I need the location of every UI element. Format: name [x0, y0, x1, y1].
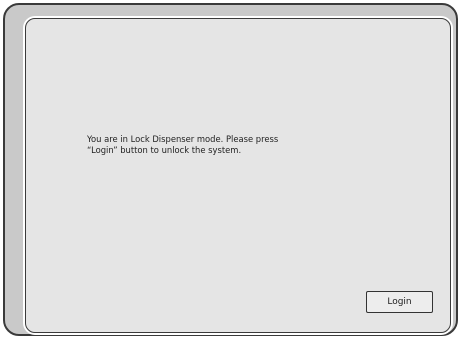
lock-message: You are in Lock Dispenser mode. Please p… [87, 134, 387, 156]
lock-message-line-1: You are in Lock Dispenser mode. Please p… [87, 134, 279, 144]
login-button[interactable]: Login [366, 291, 433, 313]
lock-message-line-2: “Login” button to unlock the system. [87, 145, 242, 155]
lock-screen [25, 18, 451, 333]
device-frame [3, 3, 458, 336]
